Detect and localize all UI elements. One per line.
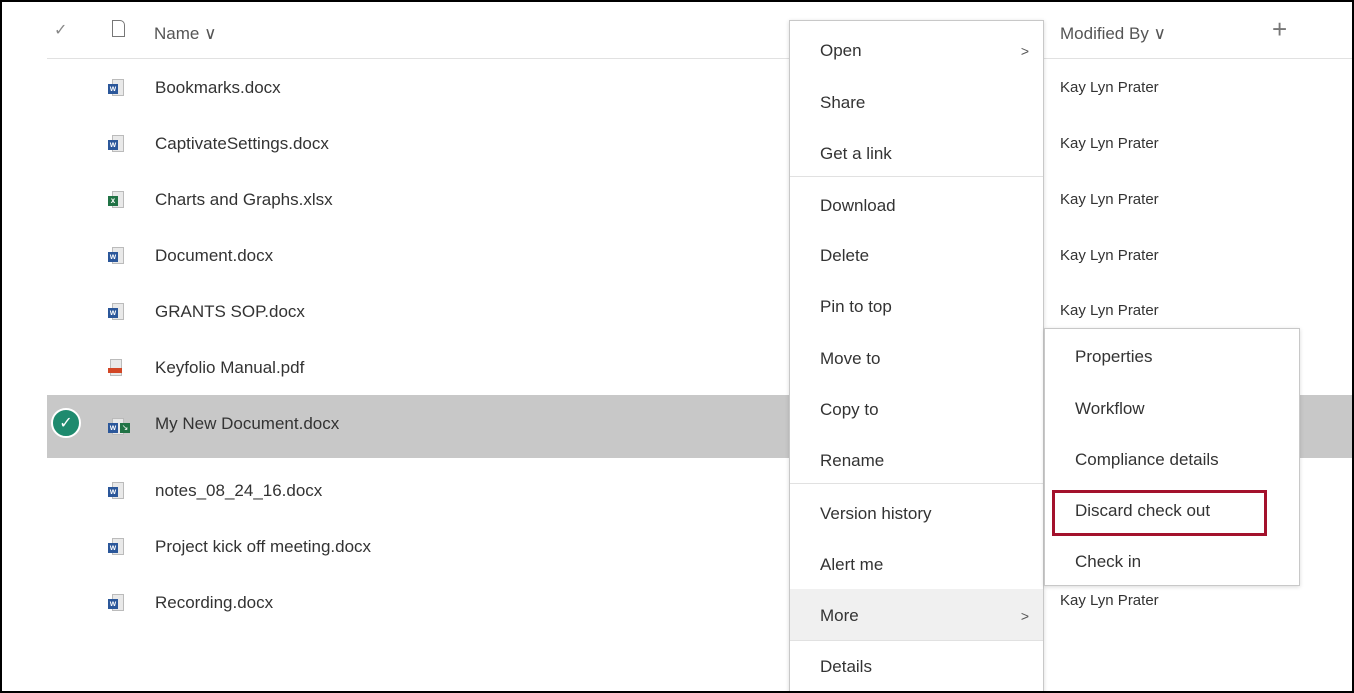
- menu-separator: [790, 176, 1043, 177]
- word-file-icon: w: [108, 247, 124, 265]
- file-name[interactable]: Document.docx: [155, 246, 273, 266]
- more-submenu: Properties Workflow Compliance details D…: [1044, 328, 1300, 586]
- file-name[interactable]: Bookmarks.docx: [155, 78, 281, 98]
- word-file-icon: w: [108, 79, 124, 97]
- menu-item-details[interactable]: Details: [790, 641, 1043, 691]
- menu-item-pin-to-top[interactable]: Pin to top: [790, 280, 1043, 331]
- word-file-icon: w: [108, 538, 124, 556]
- menu-item-more[interactable]: More >: [790, 589, 1043, 640]
- menu-item-copy-to[interactable]: Copy to: [790, 382, 1043, 433]
- file-name[interactable]: CaptivateSettings.docx: [155, 134, 329, 154]
- menu-item-move-to[interactable]: Move to: [790, 331, 1043, 382]
- submenu-item-check-in[interactable]: Check in: [1075, 552, 1141, 572]
- menu-item-version-history[interactable]: Version history: [790, 485, 1043, 536]
- file-type-column-icon[interactable]: [112, 20, 125, 37]
- modified-by: Kay Lyn Prater: [1060, 247, 1159, 264]
- select-all-checkmark-icon[interactable]: ✓: [54, 20, 67, 40]
- name-column-header[interactable]: Name ∨: [154, 24, 217, 44]
- menu-separator: [790, 483, 1043, 484]
- modified-by: Kay Lyn Prater: [1060, 592, 1159, 609]
- word-file-icon: w: [108, 482, 124, 500]
- checked-out-word-file-icon: w ↘: [108, 418, 130, 436]
- modified-by: Kay Lyn Prater: [1060, 191, 1159, 208]
- menu-item-share[interactable]: Share: [790, 76, 1043, 127]
- chevron-right-icon: >: [1020, 43, 1029, 59]
- file-name[interactable]: Project kick off meeting.docx: [155, 537, 371, 557]
- file-name[interactable]: GRANTS SOP.docx: [155, 302, 305, 322]
- menu-item-alert-me[interactable]: Alert me: [790, 536, 1043, 587]
- menu-item-get-a-link[interactable]: Get a link: [790, 127, 1043, 178]
- discard-check-out-highlight-box: [1052, 490, 1267, 536]
- file-name[interactable]: My New Document.docx: [155, 414, 339, 434]
- context-menu: Open > Share Get a link Download Delete P…: [789, 20, 1044, 691]
- word-file-icon: w: [108, 594, 124, 612]
- submenu-item-properties[interactable]: Properties: [1075, 347, 1152, 367]
- submenu-item-compliance-details[interactable]: Compliance details: [1075, 450, 1219, 470]
- menu-item-open[interactable]: Open >: [790, 23, 1043, 74]
- menu-item-delete[interactable]: Delete: [790, 229, 1043, 280]
- file-name[interactable]: Charts and Graphs.xlsx: [155, 190, 333, 210]
- chevron-right-icon: >: [1020, 608, 1029, 624]
- modified-by: Kay Lyn Prater: [1060, 302, 1159, 319]
- modified-by: Kay Lyn Prater: [1060, 79, 1159, 96]
- document-library: ✓ Name ∨ Modified By ∨ + w Bookmarks.doc…: [0, 0, 1354, 693]
- pdf-file-icon: [108, 359, 124, 377]
- word-file-icon: w: [108, 135, 124, 153]
- menu-item-download[interactable]: Download: [790, 178, 1043, 229]
- file-name[interactable]: Recording.docx: [155, 593, 273, 613]
- menu-item-rename[interactable]: Rename: [790, 433, 1043, 484]
- file-name[interactable]: Keyfolio Manual.pdf: [155, 358, 304, 378]
- modified-by: Kay Lyn Prater: [1060, 135, 1159, 152]
- submenu-item-workflow[interactable]: Workflow: [1075, 399, 1145, 419]
- word-file-icon: w: [108, 303, 124, 321]
- add-column-plus-icon[interactable]: +: [1272, 14, 1287, 45]
- modified-by-column-header[interactable]: Modified By ∨: [1060, 24, 1166, 44]
- selected-check-icon[interactable]: ✓: [51, 408, 81, 438]
- file-name[interactable]: notes_08_24_16.docx: [155, 481, 322, 501]
- excel-file-icon: x: [108, 191, 124, 209]
